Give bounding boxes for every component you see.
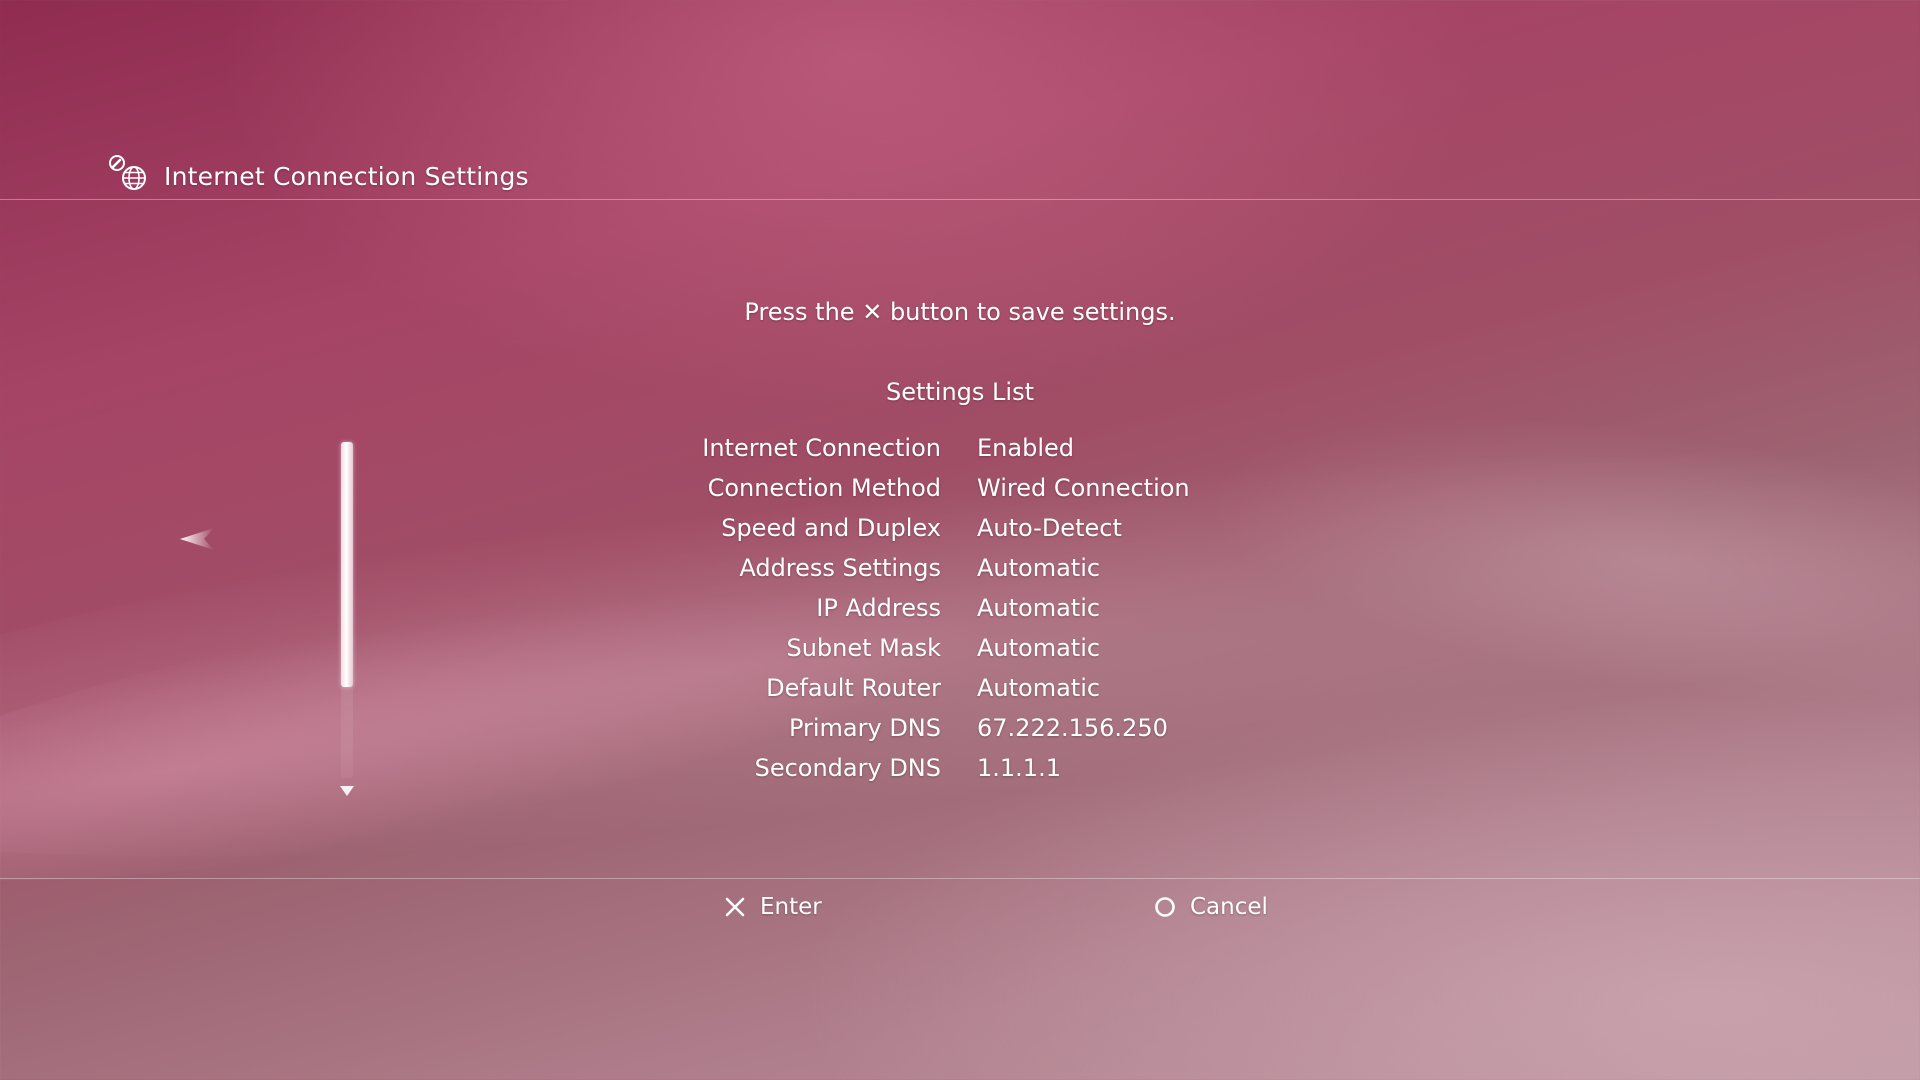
- setting-label: Internet Connection: [702, 434, 941, 462]
- settings-row: Primary DNS 67.222.156.250: [0, 710, 1920, 750]
- settings-row: Default Router Automatic: [0, 670, 1920, 710]
- cross-button-icon: [725, 897, 745, 917]
- setting-label: IP Address: [816, 594, 941, 622]
- settings-list-title: Settings List: [885, 378, 1035, 406]
- setting-value: 67.222.156.250: [977, 714, 1168, 742]
- setting-label: Subnet Mask: [786, 634, 941, 662]
- cancel-label: Cancel: [1190, 894, 1268, 920]
- footer-divider: [0, 878, 1920, 879]
- setting-value: Enabled: [977, 434, 1074, 462]
- network-settings-icon: [106, 154, 152, 198]
- settings-row: Internet Connection Enabled: [0, 430, 1920, 470]
- header-divider: [0, 199, 1920, 200]
- settings-row: Address Settings Automatic: [0, 550, 1920, 590]
- enter-label: Enter: [760, 894, 822, 920]
- settings-row: Subnet Mask Automatic: [0, 630, 1920, 670]
- setting-value: Automatic: [977, 554, 1101, 582]
- setting-value: Automatic: [977, 634, 1101, 662]
- setting-label: Primary DNS: [788, 714, 941, 742]
- setting-value: Wired Connection: [977, 474, 1190, 502]
- circle-button-icon: [1155, 897, 1175, 917]
- setting-label: Secondary DNS: [754, 754, 941, 782]
- enter-button[interactable]: Enter: [722, 892, 822, 922]
- globe-icon: [122, 166, 146, 190]
- setting-value: Automatic: [977, 674, 1101, 702]
- settings-row: Secondary DNS 1.1.1.1: [0, 750, 1920, 790]
- settings-list: Internet Connection Enabled Connection M…: [0, 430, 1920, 790]
- cancel-button[interactable]: Cancel: [1152, 892, 1268, 922]
- settings-row: IP Address Automatic: [0, 590, 1920, 630]
- setting-value: 1.1.1.1: [977, 754, 1061, 782]
- save-instruction: Press the ✕ button to save settings.: [744, 298, 1176, 326]
- setting-value: Auto-Detect: [977, 514, 1122, 542]
- setting-label: Connection Method: [707, 474, 941, 502]
- page-title: Internet Connection Settings: [164, 161, 529, 191]
- setting-label: Default Router: [766, 674, 941, 702]
- setting-value: Automatic: [977, 594, 1101, 622]
- settings-row: Speed and Duplex Auto-Detect: [0, 510, 1920, 550]
- page-header: Internet Connection Settings: [106, 154, 529, 198]
- setting-label: Address Settings: [739, 554, 941, 582]
- settings-row: Connection Method Wired Connection: [0, 470, 1920, 510]
- setting-label: Speed and Duplex: [721, 514, 941, 542]
